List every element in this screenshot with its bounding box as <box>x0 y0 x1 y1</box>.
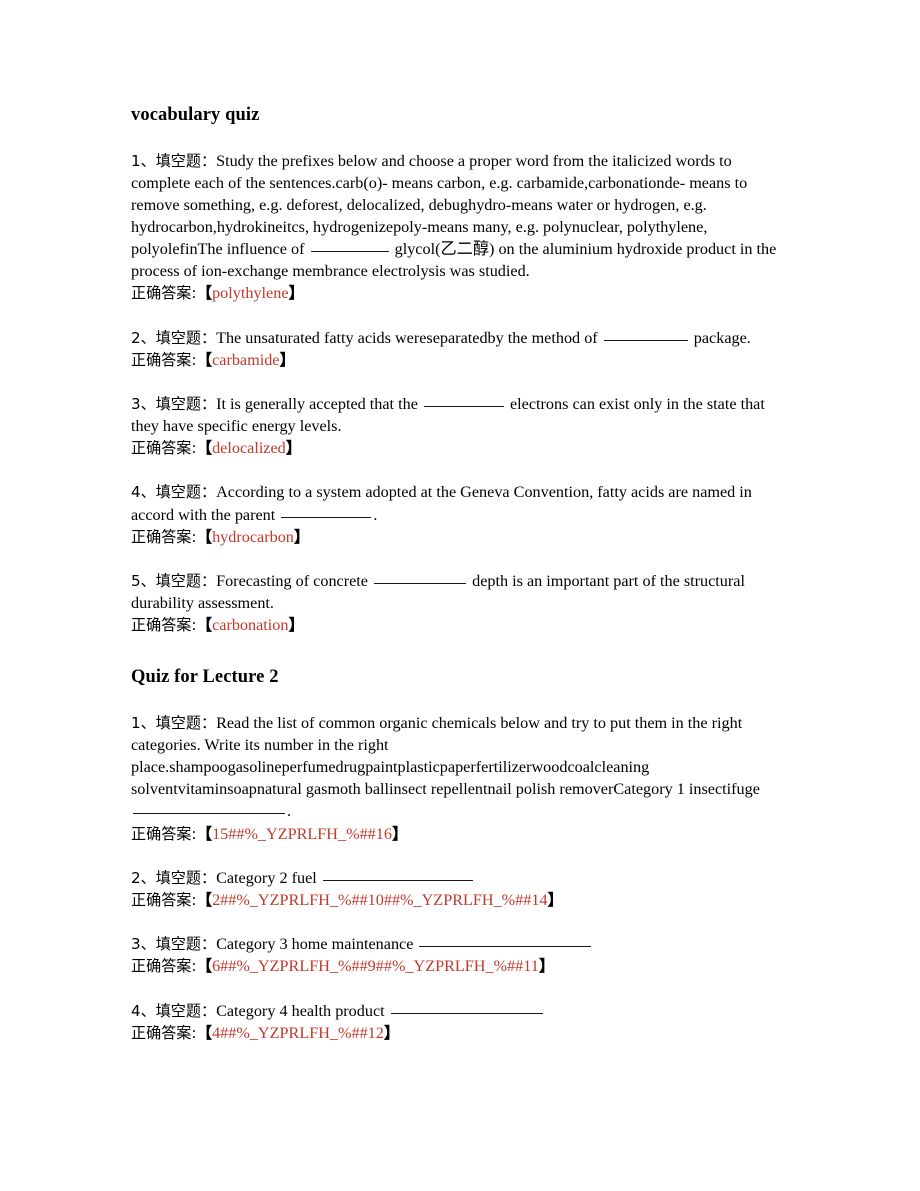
answer-blank[interactable] <box>374 569 467 584</box>
question-body-part-1: The unsaturated fatty acids wereseparate… <box>216 328 602 347</box>
question-body-part-1: Category 3 home maintenance <box>216 935 418 954</box>
answer-line: 正确答案:【carbonation】 <box>131 614 789 636</box>
answer-label: 正确答案: <box>131 284 197 303</box>
section-title: Quiz for Lecture 2 <box>131 667 279 688</box>
bracket-open: 【 <box>196 957 213 976</box>
section-quiz-lecture-2: Quiz for Lecture 2 1、填空题：Read the list o… <box>131 666 789 1044</box>
question-text: 3、填空题：It is generally accepted that the … <box>131 393 789 437</box>
question-block: 2、填空题：Category 2 fuel 正确答案:【2##%_YZPRLFH… <box>131 867 789 911</box>
answer-line: 正确答案:【polythylene】 <box>131 282 789 304</box>
bracket-close: 】 <box>279 350 296 369</box>
section-vocabulary-quiz: vocabulary quiz 1、填空题：Study the prefixes… <box>131 104 789 636</box>
question-number: 1、填空题： <box>131 713 217 732</box>
answer-value: carbonation <box>212 616 289 635</box>
bracket-open: 【 <box>196 1023 213 1042</box>
question-block: 3、填空题：Category 3 home maintenance 正确答案:【… <box>131 933 789 977</box>
bracket-close: 】 <box>285 439 302 458</box>
bracket-close: 】 <box>293 527 310 546</box>
answer-line: 正确答案:【2##%_YZPRLFH_%##10##%_YZPRLFH_%##1… <box>131 889 789 911</box>
answer-blank[interactable] <box>281 502 372 518</box>
question-block: 5、填空题：Forecasting of concrete depth is a… <box>131 570 789 637</box>
bracket-close: 】 <box>547 890 564 909</box>
bracket-open: 【 <box>196 824 213 843</box>
answer-value: delocalized <box>212 439 286 458</box>
question-text: 4、填空题：According to a system adopted at t… <box>131 481 789 525</box>
question-block: 1、填空题：Read the list of common organic ch… <box>131 712 789 845</box>
answer-line: 正确答案:【15##%_YZPRLFH_%##16】 <box>131 823 789 845</box>
answer-value: 2##%_YZPRLFH_%##10##%_YZPRLFH_%##14 <box>212 890 548 909</box>
question-block: 2、填空题：The unsaturated fatty acids werese… <box>131 327 789 371</box>
answer-label: 正确答案: <box>131 1023 197 1042</box>
question-number: 2、填空题： <box>131 868 217 887</box>
answer-blank[interactable] <box>603 325 688 341</box>
question-body-part-1: It is generally accepted that the <box>216 394 422 413</box>
question-block: 4、填空题：Category 4 health product 正确答案:【4#… <box>131 1000 789 1044</box>
question-body-part-1: According to a system adopted at the Gen… <box>131 483 752 524</box>
answer-line: 正确答案:【6##%_YZPRLFH_%##9##%_YZPRLFH_%##11… <box>131 955 789 977</box>
answer-line: 正确答案:【delocalized】 <box>131 437 789 459</box>
answer-label: 正确答案: <box>131 527 197 546</box>
question-number: 4、填空题： <box>131 483 217 502</box>
answer-value: 4##%_YZPRLFH_%##12 <box>212 1023 384 1042</box>
answer-value: hydrocarbon <box>212 527 294 546</box>
bracket-open: 【 <box>196 890 213 909</box>
question-text: 1、填空题：Study the prefixes below and choos… <box>131 150 789 283</box>
answer-value: carbamide <box>212 350 280 369</box>
question-text: 4、填空题：Category 4 health product <box>131 1000 789 1022</box>
question-body-part-1: Category 2 fuel <box>216 868 321 887</box>
question-text: 2、填空题：Category 2 fuel <box>131 867 789 889</box>
question-block: 4、填空题：According to a system adopted at t… <box>131 481 789 548</box>
answer-label: 正确答案: <box>131 439 197 458</box>
question-text: 5、填空题：Forecasting of concrete depth is a… <box>131 570 789 614</box>
answer-blank[interactable] <box>423 392 504 407</box>
answer-blank[interactable] <box>419 932 592 948</box>
bracket-close: 】 <box>288 284 305 303</box>
question-text: 1、填空题：Read the list of common organic ch… <box>131 712 789 823</box>
question-text: 2、填空题：The unsaturated fatty acids werese… <box>131 327 789 349</box>
question-body-part-2: package. <box>689 328 751 347</box>
question-body-part-1: Forecasting of concrete <box>216 571 373 590</box>
question-number: 2、填空题： <box>131 328 217 347</box>
answer-value: 6##%_YZPRLFH_%##9##%_YZPRLFH_%##11 <box>212 957 539 976</box>
question-number: 3、填空题： <box>131 935 217 954</box>
bracket-open: 【 <box>196 439 213 458</box>
answer-line: 正确答案:【4##%_YZPRLFH_%##12】 <box>131 1022 789 1044</box>
answer-blank[interactable] <box>322 866 473 881</box>
answer-blank[interactable] <box>310 237 389 252</box>
answer-label: 正确答案: <box>131 957 197 976</box>
question-body-part-2: . <box>287 802 292 821</box>
question-block: 1、填空题：Study the prefixes below and choos… <box>131 150 789 305</box>
question-body-part-1: Read the list of common organic chemical… <box>131 713 760 799</box>
answer-line: 正确答案:【carbamide】 <box>131 349 789 371</box>
bracket-open: 【 <box>196 284 213 303</box>
answer-value: polythylene <box>212 284 289 303</box>
answer-line: 正确答案:【hydrocarbon】 <box>131 526 789 548</box>
question-number: 1、填空题： <box>131 151 217 170</box>
question-body-part-2: . <box>373 505 378 524</box>
page-title: vocabulary quiz <box>131 105 260 125</box>
question-body-part-1: Category 4 health product <box>216 1001 389 1020</box>
document-body: vocabulary quiz 1、填空题：Study the prefixes… <box>131 104 789 1044</box>
question-number: 3、填空题： <box>131 394 217 413</box>
question-text: 3、填空题：Category 3 home maintenance <box>131 933 789 955</box>
question-block: 3、填空题：It is generally accepted that the … <box>131 393 789 460</box>
answer-label: 正确答案: <box>131 350 197 369</box>
bracket-close: 】 <box>288 616 305 635</box>
question-number: 5、填空题： <box>131 571 217 590</box>
answer-label: 正确答案: <box>131 890 197 909</box>
bracket-close: 】 <box>391 824 408 843</box>
answer-label: 正确答案: <box>131 616 197 635</box>
bracket-open: 【 <box>196 527 213 546</box>
answer-blank[interactable] <box>133 799 285 815</box>
bracket-close: 】 <box>383 1023 400 1042</box>
answer-value: 15##%_YZPRLFH_%##16 <box>212 824 392 843</box>
bracket-open: 【 <box>196 350 213 369</box>
question-number: 4、填空题： <box>131 1001 217 1020</box>
bracket-close: 】 <box>538 957 555 976</box>
answer-label: 正确答案: <box>131 824 197 843</box>
answer-blank[interactable] <box>390 998 543 1014</box>
document-page: vocabulary quiz 1、填空题：Study the prefixes… <box>0 0 920 1191</box>
bracket-open: 【 <box>196 616 213 635</box>
